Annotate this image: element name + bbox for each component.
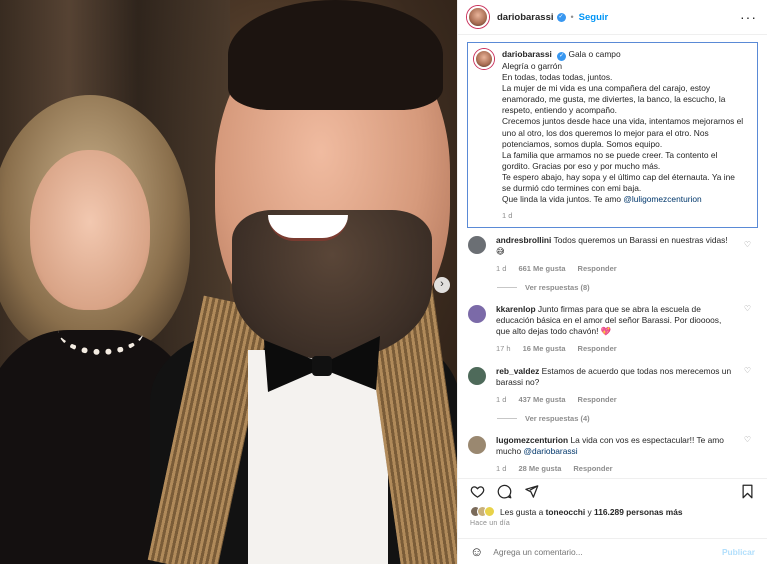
comment-item: kkarenlop Junto firmas para que se abra … (458, 292, 767, 354)
comment-item: andresbrollini Todos queremos un Barassi… (458, 228, 767, 274)
next-photo-arrow-icon[interactable]: › (434, 277, 450, 293)
comment-likes[interactable]: 437 Me gusta (518, 394, 565, 405)
caption-line: enamorado, me gusta, me diviertes, la ba… (502, 94, 726, 105)
caption-line: Que linda la vida juntos. Te amo (502, 194, 622, 205)
caption-body: dariobarassi ✓ Gala o campo Alegría o ga… (502, 49, 743, 221)
comment-time: 1 d (496, 395, 507, 405)
view-replies-label[interactable]: Ver respuestas (4) (525, 414, 590, 423)
caption-line: uno al otro, los dos queremos lo mejor p… (502, 127, 709, 138)
caption-line: respeto, entiendo y acompaño. (502, 105, 618, 116)
separator-dot: • (570, 12, 574, 22)
like-heart-icon[interactable] (470, 484, 485, 499)
liker-avatars (470, 506, 495, 517)
author-avatar[interactable] (467, 6, 489, 28)
caption-username[interactable]: dariobarassi (502, 49, 552, 59)
reply-button[interactable]: Responder (578, 394, 617, 405)
like-comment-heart-icon[interactable]: ♡ (744, 304, 751, 313)
commenter-username[interactable]: reb_valdez (496, 366, 539, 376)
reply-button[interactable]: Responder (573, 463, 612, 474)
follow-button[interactable]: Seguir (579, 12, 609, 23)
commenter-username[interactable]: lugomezcenturion (496, 435, 568, 445)
like-comment-heart-icon[interactable]: ♡ (744, 366, 751, 375)
commenter-avatar[interactable] (468, 367, 486, 386)
view-replies-button[interactable]: Ver respuestas (8) (458, 274, 767, 292)
caption-line: La mujer de mi vida es una compañera del… (502, 83, 711, 94)
commenter-username[interactable]: andresbrollini (496, 235, 551, 245)
add-comment-bar: ☺ Publicar (458, 538, 767, 564)
woman-face (30, 150, 150, 310)
likes-middle: y (587, 506, 592, 517)
reply-button[interactable]: Responder (578, 343, 617, 354)
likes-summary[interactable]: Les gusta a toneocchi y 116.289 personas… (470, 506, 757, 517)
caption-location: Gala o campo (568, 49, 621, 59)
post-caption: dariobarassi ✓ Gala o campo Alegría o ga… (467, 42, 758, 229)
caption-mention-link[interactable]: @luligomezcenturion (623, 194, 701, 204)
comment-mention-link[interactable]: @dariobarassi (523, 446, 577, 456)
replies-divider (497, 287, 517, 289)
comment-item: lugomezcenturion La vida con vos es espe… (458, 423, 767, 474)
post-photo[interactable]: › (0, 0, 457, 564)
reply-button[interactable]: Responder (578, 263, 617, 274)
emoji-picker-icon[interactable]: ☺ (470, 544, 483, 559)
likes-user[interactable]: toneocchi (546, 507, 586, 517)
commenter-avatar[interactable] (468, 236, 486, 255)
commenter-username[interactable]: kkarenlop (496, 304, 536, 314)
post-header: dariobarassi ✓ • Seguir ··· (458, 0, 767, 35)
verified-badge-icon: ✓ (556, 12, 566, 22)
comment-likes[interactable]: 16 Me gusta (523, 343, 566, 354)
comment-time: 1 d (496, 264, 507, 274)
view-replies-label[interactable]: Ver respuestas (8) (525, 283, 590, 292)
man-hair (228, 0, 443, 110)
commenter-avatar[interactable] (468, 436, 486, 455)
comment-time: 1 d (496, 464, 507, 474)
pearl-necklace (58, 305, 144, 355)
caption-line: Crecemos juntos desde hace una vida, int… (502, 116, 744, 127)
likes-prefix: Les gusta a (500, 506, 544, 517)
caption-line: se durmió cdo termines con emi baja. (502, 183, 642, 194)
view-replies-button[interactable]: Ver respuestas (4) (458, 405, 767, 423)
caption-line: gordito. Gracias por eso y por mucho más… (502, 160, 661, 171)
likes-count[interactable]: 116.289 personas más (594, 507, 682, 517)
like-comment-heart-icon[interactable]: ♡ (744, 435, 751, 444)
like-comment-heart-icon[interactable]: ♡ (744, 240, 751, 249)
comment-input[interactable] (493, 546, 722, 557)
liker-avatar (484, 506, 495, 517)
caption-line: potenciamos, somos dupla. Somos equipo. (502, 138, 663, 149)
comment-likes[interactable]: 661 Me gusta (518, 263, 565, 274)
caption-line: Alegría o garrón (502, 61, 563, 71)
comment-time: 17 h (496, 344, 511, 354)
caption-line: La familia que armamos no se puede creer… (502, 149, 718, 160)
comment-bubble-icon[interactable] (497, 484, 512, 499)
share-send-icon[interactable] (524, 484, 539, 499)
more-options-icon[interactable]: ··· (740, 9, 757, 25)
save-bookmark-icon[interactable] (740, 484, 755, 499)
instagram-post-view: › dariobarassi ✓ • Seguir ··· dariobaras… (0, 0, 767, 564)
post-side-panel: dariobarassi ✓ • Seguir ··· dariobarassi… (457, 0, 767, 564)
post-timestamp: Hace un día (470, 520, 510, 527)
comment-likes[interactable]: 28 Me gusta (518, 463, 561, 474)
post-actions-bar (458, 478, 767, 503)
comment-item: reb_valdez Estamos de acuerdo que todas … (458, 354, 767, 405)
author-username[interactable]: dariobarassi (497, 12, 554, 23)
replies-divider (497, 418, 517, 420)
caption-line: Te espero abajo, hay sopa y el último ca… (502, 171, 735, 182)
comments-list[interactable]: dariobarassi ✓ Gala o campo Alegría o ga… (458, 36, 767, 476)
publish-button[interactable]: Publicar (722, 547, 755, 557)
caption-time: 1 d (502, 211, 513, 221)
caption-author-avatar[interactable] (474, 49, 494, 69)
verified-badge-icon: ✓ (557, 52, 567, 61)
bowtie (264, 336, 380, 392)
commenter-avatar[interactable] (468, 305, 486, 324)
caption-line: En todas, todas todas, juntos. (502, 72, 613, 83)
